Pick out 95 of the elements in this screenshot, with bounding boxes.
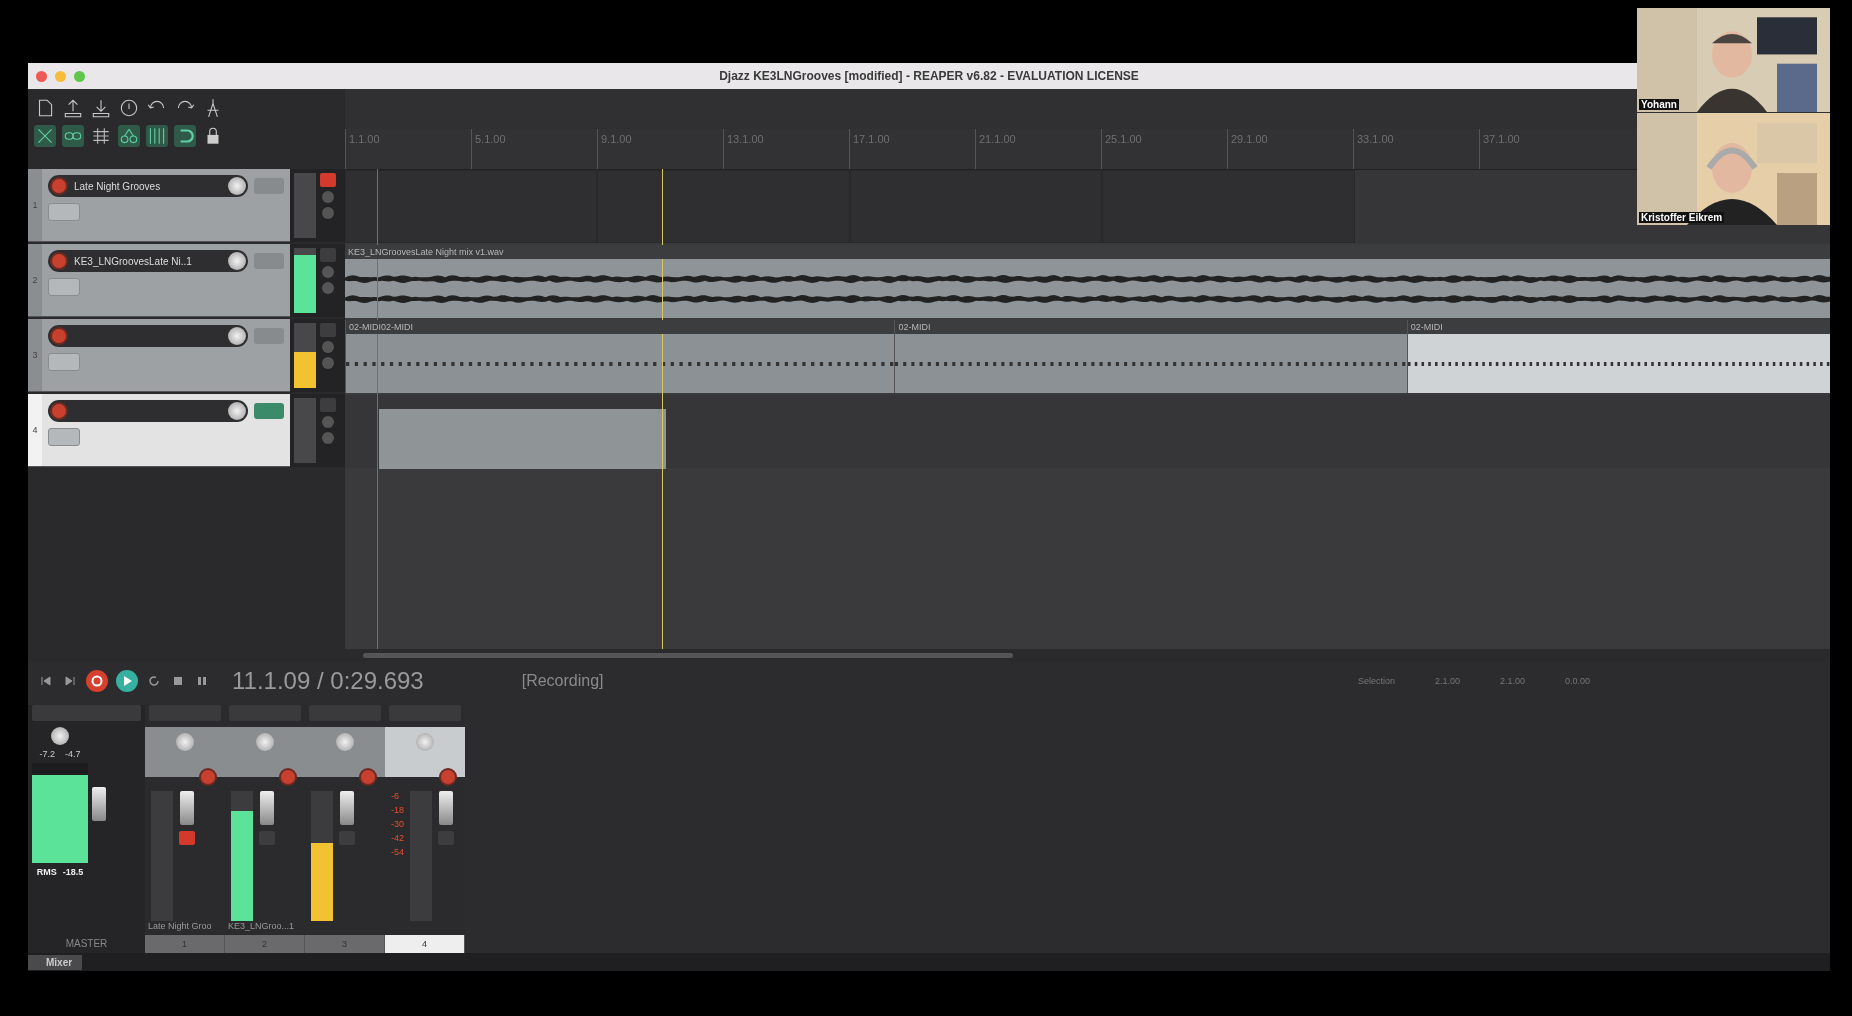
loop-icon[interactable]: [174, 125, 196, 147]
bar-label: 5.1.00: [475, 133, 506, 145]
solo-button[interactable]: [322, 341, 334, 353]
solo-button[interactable]: [322, 416, 334, 428]
selection-value[interactable]: 2.1.00: [1434, 676, 1460, 686]
peak-value: -7.2: [39, 749, 55, 759]
track-number: 2: [32, 275, 38, 285]
bar-label: 9.1.00: [601, 133, 632, 145]
fader[interactable]: [439, 791, 453, 825]
bar-label: 21.1.00: [979, 133, 1016, 145]
solo-button[interactable]: [322, 191, 334, 203]
play-icon: [121, 675, 133, 687]
download-icon[interactable]: [90, 97, 112, 119]
volume-knob[interactable]: [51, 727, 69, 745]
link-icon[interactable]: [62, 125, 84, 147]
envelope-button[interactable]: [48, 353, 80, 371]
zoom-button[interactable]: [74, 70, 85, 82]
record-arm-button[interactable]: [359, 768, 377, 786]
ripple-icon[interactable]: [34, 125, 56, 147]
track-number: 4: [32, 425, 38, 435]
grid-icon[interactable]: [90, 125, 112, 147]
fx-button[interactable]: [254, 403, 284, 419]
track-meter: [294, 173, 316, 238]
track-name-field[interactable]: KE3_LNGroovesLate Ni..1: [48, 250, 248, 272]
snap-icon[interactable]: [146, 125, 168, 147]
track-header[interactable]: 4: [28, 394, 290, 467]
participant-name: Yohann: [1639, 99, 1679, 110]
fader[interactable]: [260, 791, 274, 825]
selection-value[interactable]: 0.0.00: [1564, 676, 1590, 686]
meter-scale-label: -30: [391, 819, 404, 829]
phase-button[interactable]: [322, 357, 334, 369]
volume-knob[interactable]: [228, 402, 246, 420]
audio-item[interactable]: KE3_LNGroovesLate Night mix v1.wav: [345, 245, 1830, 318]
record-button[interactable]: [86, 670, 108, 692]
envelope-button[interactable]: [48, 203, 80, 221]
bar-label: 29.1.00: [1231, 133, 1268, 145]
volume-knob[interactable]: [228, 252, 246, 270]
meter-scale-label: -6: [391, 791, 400, 801]
channel-number-tab[interactable]: 4: [385, 935, 465, 953]
group-icon[interactable]: [118, 125, 140, 147]
play-button[interactable]: [116, 670, 138, 692]
track-meter: [294, 323, 316, 388]
track-header[interactable]: 3: [28, 319, 290, 392]
track-meter: [294, 248, 316, 313]
mixer-tab[interactable]: Mixer: [28, 954, 83, 970]
close-button[interactable]: [36, 70, 47, 82]
peak-value: -4.7: [65, 749, 81, 759]
bar-label: 37.1.00: [1483, 133, 1520, 145]
volume-knob[interactable]: [228, 327, 246, 345]
rms-value: -18.5: [62, 867, 84, 877]
phase-button[interactable]: [322, 282, 334, 294]
bar-label: 17.1.00: [853, 133, 890, 145]
loop-icon[interactable]: [146, 673, 162, 689]
track-name-field[interactable]: [48, 325, 248, 347]
bar-label: 25.1.00: [1105, 133, 1142, 145]
time-display: 11.1.09 / 0:29.693: [232, 667, 424, 695]
bar-label: 1.1.00: [349, 133, 380, 145]
skip-forward-icon[interactable]: [62, 673, 78, 689]
fader[interactable]: [180, 791, 194, 825]
phase-button[interactable]: [322, 432, 334, 444]
rms-label: RMS: [36, 867, 57, 877]
skip-back-icon[interactable]: [38, 673, 54, 689]
record-icon: [91, 675, 103, 687]
fader[interactable]: [340, 791, 354, 825]
selection-label: Selection: [1357, 676, 1395, 686]
record-arm-button[interactable]: [439, 768, 457, 786]
channel-name: KE3_LNGroo...1: [228, 921, 295, 931]
phase-button[interactable]: [322, 207, 334, 219]
record-arm-button[interactable]: [199, 768, 217, 786]
master-label: MASTER: [64, 937, 109, 951]
meter-scale-label: -54: [391, 847, 404, 857]
track-header[interactable]: 1 Late Night Grooves: [28, 169, 290, 242]
envelope-button[interactable]: [48, 278, 80, 296]
track-name-field[interactable]: Late Night Grooves: [48, 175, 248, 197]
selection-value[interactable]: 2.1.00: [1499, 676, 1525, 686]
volume-knob[interactable]: [228, 177, 246, 195]
bar-label: 13.1.00: [727, 133, 764, 145]
meter-scale-label: -18: [391, 805, 404, 815]
track-name-field[interactable]: [48, 400, 248, 422]
participant-name: Kristoffer Eikrem: [1639, 212, 1725, 223]
channel-name: Late Night Groo: [148, 921, 212, 931]
track-number: 3: [32, 350, 38, 360]
envelope-button[interactable]: [48, 428, 80, 446]
track-meter: [294, 398, 316, 463]
track-number: 1: [32, 200, 38, 210]
meter-scale-label: -42: [391, 833, 404, 843]
upload-icon[interactable]: [62, 97, 84, 119]
record-arm-button[interactable]: [279, 768, 297, 786]
fader[interactable]: [92, 787, 106, 821]
window-title: Djazz KE3LNGrooves [modified] - REAPER v6.82 - EVALUATION LICENSE: [719, 69, 1139, 83]
info-icon[interactable]: [118, 97, 140, 119]
play-state: [Recording]: [521, 672, 604, 690]
track-header[interactable]: 2 KE3_LNGroovesLate Ni..1: [28, 244, 290, 317]
solo-button[interactable]: [322, 266, 334, 278]
bar-label: 33.1.00: [1357, 133, 1394, 145]
